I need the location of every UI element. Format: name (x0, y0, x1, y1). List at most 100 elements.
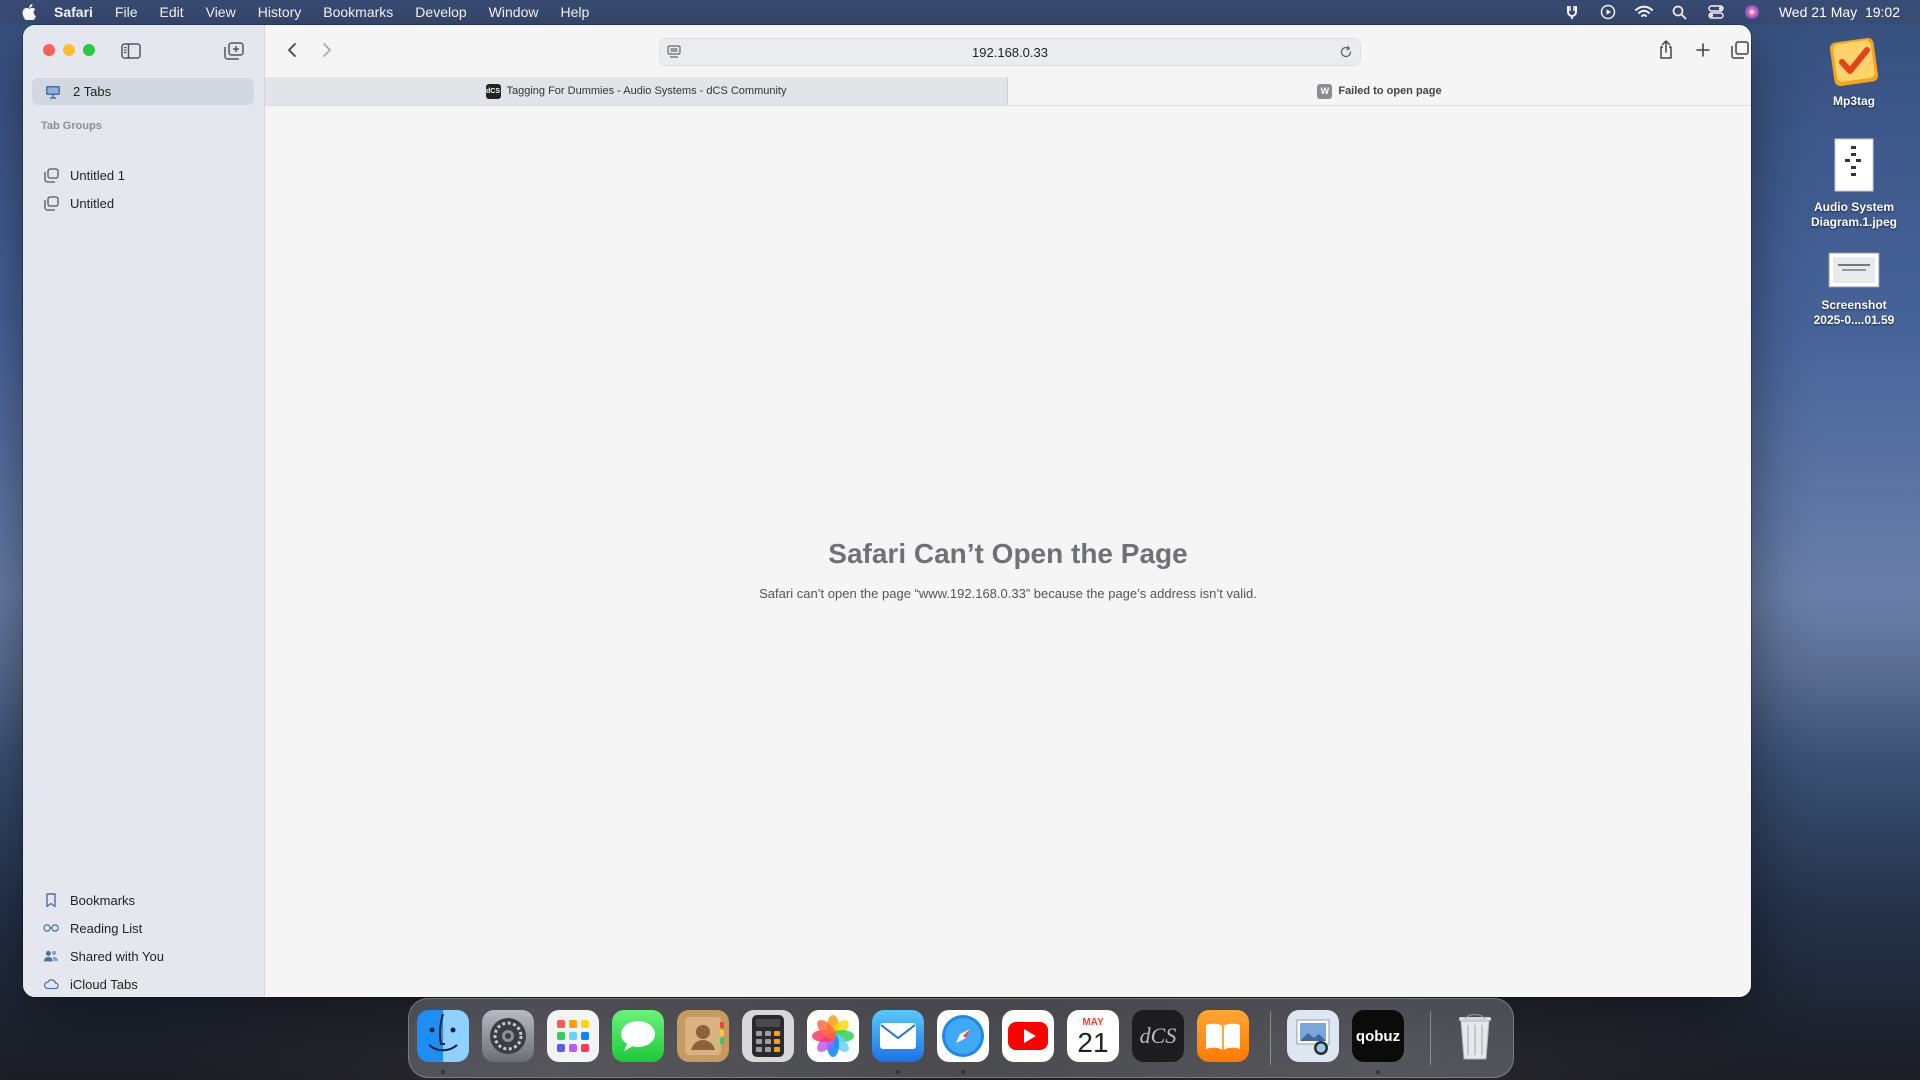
page-content: Safari Can’t Open the Page Safari can’t … (265, 106, 1751, 997)
mail-icon[interactable] (872, 1010, 924, 1062)
page-menu-icon[interactable] (666, 44, 682, 60)
wifi-icon[interactable] (1634, 3, 1653, 21)
menu-window[interactable]: Window (489, 4, 539, 20)
sidebar-item-label: 2 Tabs (73, 84, 112, 99)
dcs-favicon-icon: dCS (485, 83, 501, 99)
desktop-computer-icon (45, 85, 61, 99)
calendar-day: 21 (1077, 1026, 1109, 1058)
dock: MAY 21 dCS qobuz (408, 998, 1514, 1078)
bookmark-icon (43, 892, 59, 908)
dock-separator (1270, 1011, 1271, 1065)
tab-tagging-for-dummies[interactable]: dCS Tagging For Dummies - Audio Systems … (265, 77, 1008, 105)
tab-title: Failed to open page (1338, 85, 1442, 97)
w-favicon-icon: W (1317, 83, 1333, 99)
new-tab-group-button[interactable] (222, 40, 246, 62)
photos-icon[interactable] (807, 1010, 859, 1062)
apple-menu-icon[interactable] (20, 3, 38, 21)
sidebar-item-label: Shared with You (70, 948, 164, 964)
tab-groups-heading: Tab Groups (41, 120, 102, 132)
menu-history[interactable]: History (258, 4, 302, 20)
jpeg-file-icon (1826, 136, 1882, 194)
mp3tag-icon (1826, 32, 1882, 88)
siri-icon[interactable] (1743, 3, 1761, 21)
screenshot-file-icon (1826, 248, 1882, 292)
menu-bar: Safari File Edit View History Bookmarks … (0, 0, 1920, 24)
address-bar[interactable]: 192.168.0.33 (659, 38, 1361, 66)
desktop-icon-label-line1: Audio System (1813, 200, 1894, 214)
dcs-logo-text: dCS (1139, 1023, 1177, 1048)
menu-develop[interactable]: Develop (415, 4, 466, 20)
sidebar-item-tabs[interactable]: 2 Tabs (32, 78, 254, 105)
desktop-icon-audio-diagram[interactable]: Audio System Diagram.1.jpeg (1794, 136, 1914, 230)
menu-help[interactable]: Help (560, 4, 589, 20)
browser-main: 192.168.0.33 dCS Tagging For Dummies - A… (265, 25, 1751, 997)
dcs-mosaic-icon[interactable]: dCS (1132, 1010, 1184, 1062)
safari-icon[interactable] (937, 1010, 989, 1062)
safari-window: 2 Tabs Tab Groups Untitled 1 Untitled Bo… (23, 25, 1751, 997)
toolbar: 192.168.0.33 (265, 25, 1751, 77)
calendar-month: MAY (1082, 1016, 1104, 1028)
sidebar-item-untitled[interactable]: Untitled (43, 192, 114, 214)
calculator-icon[interactable] (742, 1010, 794, 1062)
minimize-window-button[interactable] (63, 44, 75, 56)
youtube-icon[interactable] (1002, 1010, 1054, 1062)
contacts-icon[interactable] (677, 1010, 729, 1062)
sidebar-item-untitled-1[interactable]: Untitled 1 (43, 164, 125, 186)
trash-icon[interactable] (1449, 1010, 1501, 1062)
sidebar-item-label: Reading List (70, 920, 143, 936)
sidebar-item-shared-with-you[interactable]: Shared with You (43, 945, 164, 967)
close-window-button[interactable] (43, 44, 55, 56)
tab-group-icon (43, 167, 59, 183)
tab-bar: dCS Tagging For Dummies - Audio Systems … (265, 77, 1751, 106)
books-icon[interactable] (1197, 1010, 1249, 1062)
finder-icon[interactable] (417, 1010, 469, 1062)
launchpad-icon[interactable] (547, 1010, 599, 1062)
reading-glasses-icon (43, 920, 59, 936)
new-tab-button[interactable] (1692, 39, 1714, 61)
forward-button[interactable] (316, 39, 338, 61)
back-button[interactable] (281, 39, 303, 61)
chevron-left-icon (288, 43, 296, 57)
control-center-icon[interactable] (1707, 3, 1725, 21)
menu-safari[interactable]: Safari (54, 4, 93, 20)
desktop-icon-mp3tag[interactable]: Mp3tag (1794, 32, 1914, 109)
tab-failed-to-open[interactable]: W Failed to open page (1008, 77, 1751, 105)
sidebar-item-icloud-tabs[interactable]: iCloud Tabs (43, 973, 138, 995)
search-icon[interactable] (1671, 3, 1689, 21)
chevron-right-icon (323, 43, 331, 57)
system-settings-icon[interactable] (482, 1010, 534, 1062)
tab-overview-icon (1731, 41, 1749, 59)
share-button[interactable] (1655, 39, 1677, 61)
menubar-clock[interactable]: Wed 21 May 19:02 (1779, 4, 1900, 20)
desktop-icon-label-line1: Screenshot (1821, 298, 1887, 312)
sidebar-item-bookmarks[interactable]: Bookmarks (43, 889, 135, 911)
calendar-icon[interactable]: MAY 21 (1067, 1010, 1119, 1062)
url-text[interactable]: 192.168.0.33 (972, 45, 1048, 60)
menu-file[interactable]: File (115, 4, 138, 20)
menu-view[interactable]: View (206, 4, 236, 20)
menu-edit[interactable]: Edit (159, 4, 183, 20)
desktop-icon-label-line2: 2025-0....01.59 (1813, 313, 1895, 327)
sidebar-item-label: iCloud Tabs (70, 976, 138, 992)
reload-icon[interactable] (1338, 44, 1354, 60)
sidebar: 2 Tabs Tab Groups Untitled 1 Untitled Bo… (23, 25, 265, 997)
messages-icon[interactable] (612, 1010, 664, 1062)
toggle-sidebar-button[interactable] (119, 40, 143, 62)
running-indicator (1376, 1070, 1380, 1074)
sidebar-icon (121, 43, 141, 59)
sidebar-item-label: Bookmarks (70, 892, 136, 908)
qobuz-icon[interactable]: qobuz (1352, 1010, 1404, 1062)
sidebar-item-label: Untitled 1 (70, 167, 125, 183)
new-tab-group-icon (224, 42, 244, 60)
tab-overview-button[interactable] (1729, 39, 1751, 61)
desktop-icon-label-line2: Diagram.1.jpeg (1810, 215, 1898, 229)
lasso-icon[interactable] (1563, 3, 1581, 21)
qobuz-logo-text: qobuz (1355, 1027, 1401, 1045)
sidebar-item-reading-list[interactable]: Reading List (43, 917, 142, 939)
preview-icon[interactable] (1287, 1010, 1339, 1062)
zoom-window-button[interactable] (83, 44, 95, 56)
play-circle-icon[interactable] (1599, 3, 1617, 21)
desktop-icon-screenshot[interactable]: Screenshot 2025-0....01.59 (1794, 248, 1914, 328)
menu-bookmarks[interactable]: Bookmarks (323, 4, 393, 20)
sidebar-item-label: Untitled (70, 195, 115, 211)
